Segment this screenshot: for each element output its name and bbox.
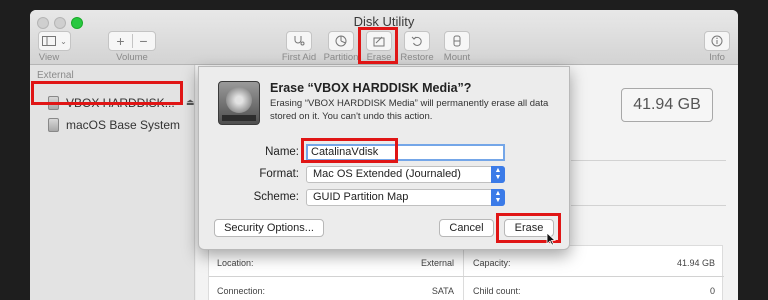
pie-partition-icon [335, 35, 347, 47]
security-options-button[interactable]: Security Options... [214, 219, 324, 237]
first-aid-label: First Aid [281, 52, 317, 63]
drive-circuit-board [222, 115, 256, 121]
select-arrows-icon: ▲ ▼ [491, 166, 505, 183]
child-count-label: Child count: [473, 286, 521, 296]
info-label: Info [709, 52, 725, 63]
disk-platter [226, 87, 252, 113]
capacity-label: Capacity: [473, 258, 511, 268]
view-label: View [38, 52, 60, 63]
sidebar-item-label: macOS Base System [66, 118, 181, 132]
format-label: Format: [259, 168, 299, 180]
format-value: Mac OS Extended (Journaled) [313, 168, 461, 180]
restore-icon [411, 36, 422, 46]
mount-icon [453, 35, 461, 47]
hard-drive-icon [218, 81, 260, 125]
dialog-message: Erasing “VBOX HARDDISK Media” will perma… [270, 98, 549, 122]
highlight-erase-toolbar [358, 27, 398, 64]
sidebar-section-external: External [37, 70, 74, 81]
volume-segmented-control: + − [108, 31, 156, 51]
first-aid-button[interactable] [286, 31, 312, 51]
sidebar-item-macos-base-system[interactable]: macOS Base System [48, 116, 180, 134]
hard-disk-icon [48, 118, 59, 132]
connection-label: Connection: [217, 286, 266, 296]
child-count-value: 0 [709, 286, 715, 296]
name-label: Name: [265, 146, 299, 158]
mouse-cursor-icon [546, 232, 557, 249]
sidebar-icon [42, 36, 57, 46]
location-label: Location: [217, 258, 254, 268]
add-volume-button[interactable]: + [110, 33, 132, 49]
restore-label: Restore [400, 52, 434, 63]
dialog-title: Erase “VBOX HARDDISK Media”? [270, 81, 472, 95]
scheme-value: GUID Partition Map [313, 191, 409, 203]
row-divider [209, 276, 724, 277]
restore-button[interactable] [404, 31, 430, 51]
divider [571, 160, 726, 161]
stethoscope-icon [294, 36, 305, 46]
info-table: Location: External Capacity: 41.94 GB Co… [208, 245, 724, 300]
partition-label: Partition [323, 52, 359, 63]
scheme-select[interactable]: GUID Partition Map ▲ ▼ [306, 189, 505, 206]
connection-value: SATA [431, 286, 454, 296]
divider [571, 205, 726, 206]
cancel-button[interactable]: Cancel [439, 219, 494, 237]
volume-label: Volume [116, 52, 148, 63]
select-arrows-icon: ▲ ▼ [491, 189, 505, 206]
highlight-name-field [301, 138, 398, 163]
partition-button[interactable] [328, 31, 354, 51]
location-value: External [420, 258, 454, 268]
column-divider [463, 246, 464, 300]
info-button[interactable] [704, 31, 730, 51]
capacity-display: 41.94 GB [621, 88, 713, 122]
mount-label: Mount [443, 52, 471, 63]
chevron-down-icon: ⌄ [60, 36, 67, 46]
scheme-label: Scheme: [253, 191, 299, 203]
format-select[interactable]: Mac OS Extended (Journaled) ▲ ▼ [306, 166, 505, 183]
eject-icon[interactable]: ⏏ [186, 97, 195, 108]
view-button[interactable]: ⌄ [38, 31, 71, 51]
remove-volume-button[interactable]: − [133, 33, 155, 49]
info-icon [711, 35, 723, 47]
mount-button[interactable] [444, 31, 470, 51]
capacity-value: 41.94 GB [676, 258, 715, 268]
highlight-sidebar-disk [31, 81, 183, 105]
